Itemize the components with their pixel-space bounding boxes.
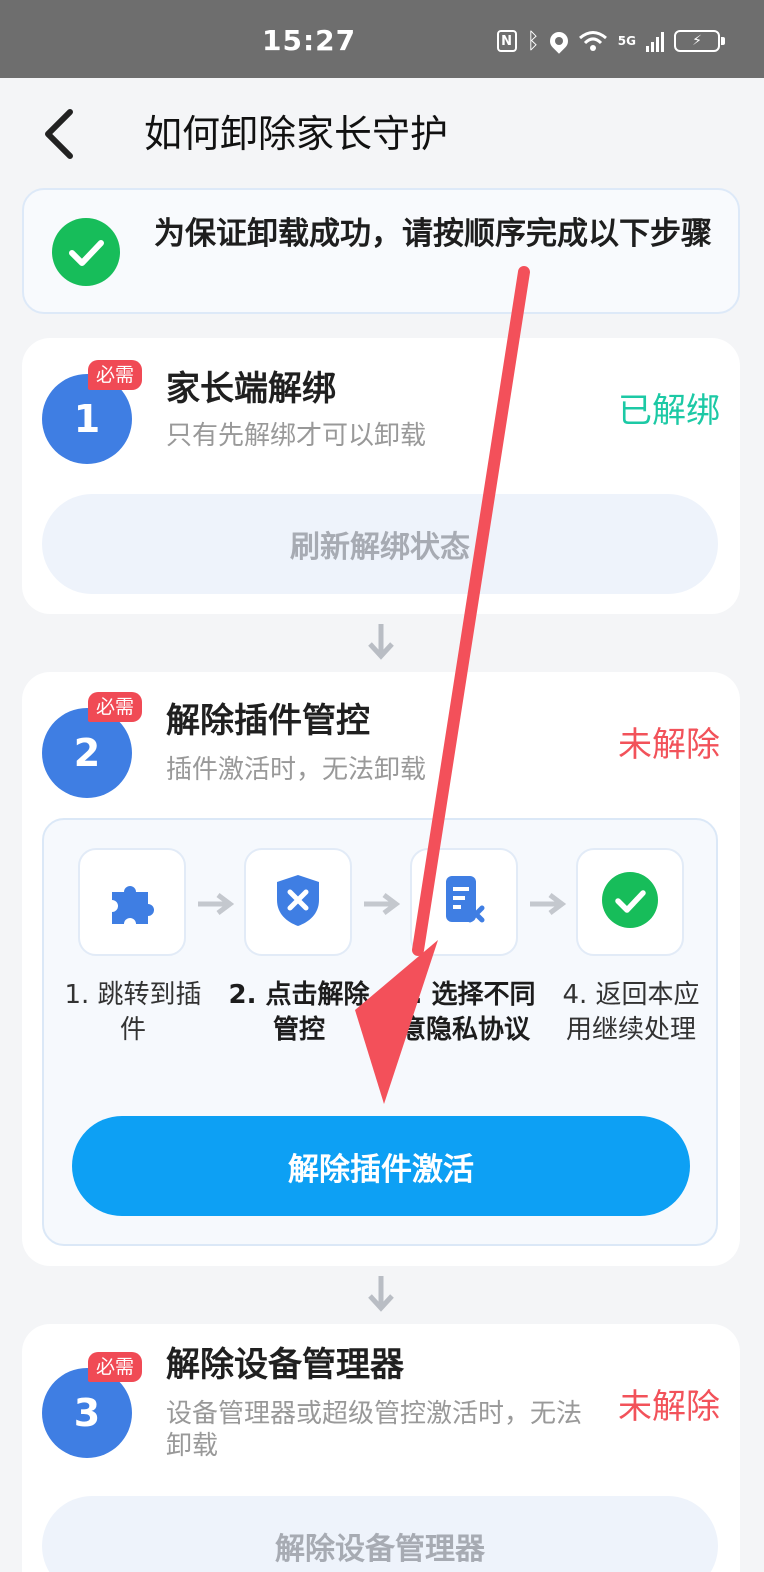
document-x-icon [440,872,488,932]
signal-icon [646,30,664,52]
arrow-right-icon [528,892,570,916]
status-bar: 15:27 N ᛒ 5G ⚡ [0,0,764,78]
sub-step-4-tile [576,848,684,956]
sub-step-3-label: 3. 选择不同意隐私协议 [394,980,536,1045]
step-status: 未解除 [618,725,720,765]
network-type-label: 5G [617,34,636,48]
remove-device-admin-button[interactable]: 解除设备管理器 [42,1496,718,1572]
puzzle-icon [104,872,160,932]
refresh-unbind-button[interactable]: 刷新解绑状态 [42,494,718,594]
arrow-down-icon [366,1274,396,1314]
plugin-steps-panel: 1. 跳转到插件 2. 点击解除管控 3. 选择不同意隐私协议 4. 返回本应用… [42,818,718,1246]
sub-step-1-tile [78,848,186,956]
status-icons: N ᛒ 5G ⚡ [496,26,725,56]
sub-step-4-label: 4. 返回本应用继续处理 [562,980,700,1045]
step-subtitle: 只有先解绑才可以卸载 [166,421,427,451]
step-title: 解除设备管理器 [166,1345,404,1385]
notice-text: 为保证卸载成功，请按顺序完成以下步骤 [154,216,712,252]
step-card-1: 1 必需 家长端解绑 只有先解绑才可以卸载 已解绑 刷新解绑状态 [22,338,740,614]
bluetooth-icon: ᛒ [526,28,540,54]
step-status: 已解绑 [618,391,720,431]
step-title: 家长端解绑 [166,369,336,409]
check-circle-icon [601,871,659,933]
step-subtitle: 插件激活时，无法卸载 [166,755,427,785]
sub-step-1-label: 1. 跳转到插件 [64,980,202,1045]
arrow-right-icon [362,892,404,916]
status-time: 15:27 [262,24,357,57]
check-circle-icon [52,218,120,286]
step-subtitle: 设备管理器或超级管控激活时，无法卸载 [166,1399,583,1461]
required-badge: 必需 [88,360,143,390]
back-icon[interactable] [38,108,86,160]
required-badge: 必需 [88,1352,143,1382]
step-title: 解除插件管控 [166,701,370,741]
nfc-icon: N [496,30,517,52]
sub-step-2-label: 2. 点击解除管控 [228,980,370,1045]
step-card-2: 2 必需 解除插件管控 插件激活时，无法卸载 未解除 1. 跳转到插件 2. 点… [22,672,740,1266]
page-title: 如何卸除家长守护 [144,112,449,156]
step-card-3: 3 必需 解除设备管理器 设备管理器或超级管控激活时，无法卸载 未解除 解除设备… [22,1324,740,1572]
sub-step-2-tile [244,848,352,956]
required-badge: 必需 [88,692,143,722]
deactivate-plugin-button[interactable]: 解除插件激活 [72,1116,690,1216]
notice-banner: 为保证卸载成功，请按顺序完成以下步骤 [22,188,740,314]
sub-step-3-tile [410,848,518,956]
location-icon [546,28,572,54]
wifi-icon [578,29,608,53]
arrow-right-icon [196,892,238,916]
step-status: 未解除 [618,1387,720,1427]
shield-x-icon [273,872,323,932]
arrow-down-icon [366,622,396,662]
battery-charging-icon: ⚡ [674,30,725,52]
